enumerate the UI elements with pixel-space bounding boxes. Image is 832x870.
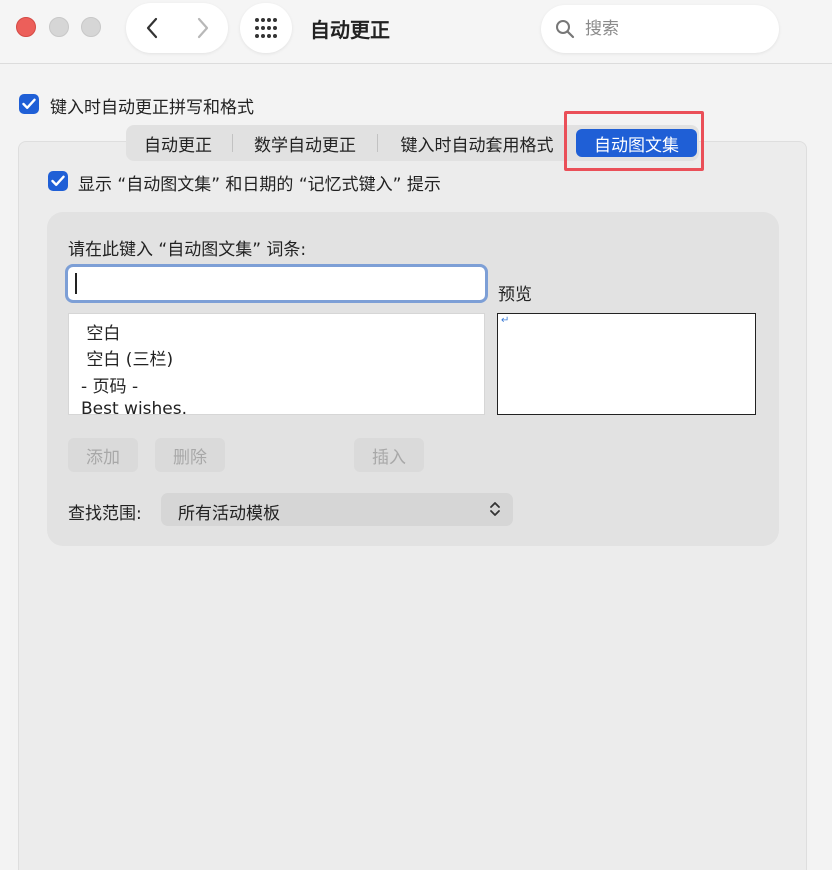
grid-icon — [255, 18, 277, 38]
search-input[interactable] — [585, 15, 765, 43]
updown-chevron-icon — [490, 502, 500, 516]
autotext-entry-prompt: 请在此键入 “自动图文集” 词条: — [68, 240, 307, 260]
close-window-button[interactable] — [16, 17, 36, 37]
window-title: 自动更正 — [310, 18, 390, 42]
tab-autoformat-as-you-type[interactable]: 键入时自动套用格式 — [380, 125, 574, 161]
title-bar: 自动更正 — [0, 0, 832, 64]
autotext-entry-input[interactable] — [65, 264, 488, 303]
zoom-window-button[interactable] — [81, 17, 101, 37]
autotext-list[interactable]: 空白 空白 (三栏) - 页码 - Best wishes. — [68, 313, 485, 415]
tab-separator — [232, 134, 233, 152]
checkmark-icon — [22, 98, 36, 109]
preview-box: ↵ — [497, 313, 756, 415]
list-item[interactable]: - 页码 - — [81, 372, 138, 397]
chevron-right-icon — [197, 17, 208, 39]
autocorrect-while-typing-checkbox[interactable] — [19, 94, 39, 114]
search-icon — [556, 20, 575, 39]
look-in-select[interactable]: 所有活动模板 — [161, 493, 513, 526]
insert-button[interactable]: 插入 — [354, 438, 424, 472]
forward-button[interactable] — [177, 3, 228, 53]
tab-math-autocorrect[interactable]: 数学自动更正 — [234, 125, 376, 161]
tab-separator — [377, 134, 378, 152]
look-in-label: 查找范围: — [68, 504, 142, 524]
delete-button[interactable]: 删除 — [155, 438, 225, 472]
show-autocomplete-label: 显示 “自动图文集” 和日期的 “记忆式键入” 提示 — [78, 175, 441, 195]
annotation-highlight-box — [564, 111, 704, 171]
list-item[interactable]: 空白 — [81, 319, 120, 344]
back-button[interactable] — [126, 3, 177, 53]
checkmark-icon — [51, 175, 65, 186]
tab-autocorrect[interactable]: 自动更正 — [126, 125, 230, 161]
show-autocomplete-checkbox[interactable] — [48, 171, 68, 191]
list-item[interactable]: Best wishes. — [81, 399, 187, 414]
look-in-value: 所有活动模板 — [178, 504, 280, 524]
list-item[interactable]: 空白 (三栏) — [81, 345, 173, 370]
text-caret — [75, 273, 77, 294]
preview-label: 预览 — [498, 285, 532, 305]
add-button[interactable]: 添加 — [68, 438, 138, 472]
search-field[interactable] — [541, 5, 779, 53]
paragraph-mark-icon: ↵ — [501, 315, 510, 326]
show-all-button[interactable] — [240, 3, 292, 53]
chevron-left-icon — [146, 17, 157, 39]
autocorrect-while-typing-label: 键入时自动更正拼写和格式 — [50, 98, 254, 118]
navigation-group — [126, 3, 228, 53]
minimize-window-button[interactable] — [49, 17, 69, 37]
